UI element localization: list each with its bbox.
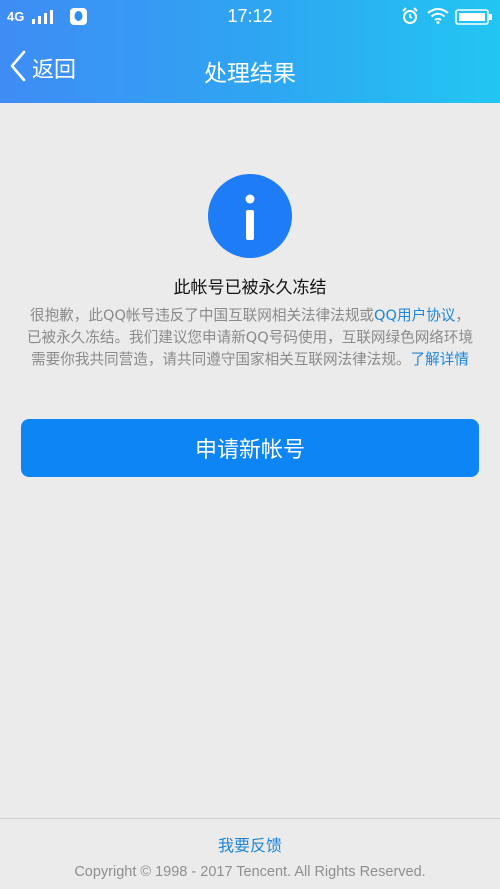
status-bar: 4G 17:12 [0,0,500,34]
wifi-icon [427,8,449,28]
nav-bar: 返回 处理结果 [0,34,500,103]
feedback-link[interactable]: 我要反馈 [0,832,500,856]
status-time: 17:12 [227,6,273,26]
alarm-icon [401,7,419,29]
page-title: 处理结果 [204,61,296,87]
battery-icon [455,9,493,29]
description-text-1: 很抱歉，此QQ帐号违反了中国互联网相关法律法规或 [29,307,375,324]
footer-divider [0,818,500,819]
info-icon [208,174,292,258]
qq-user-agreement-link[interactable]: QQ用户协议 [374,307,455,324]
result-description: 很抱歉，此QQ帐号违反了中国互联网相关法律法规或QQ用户协议，已被永久冻结。我们… [24,305,476,371]
copyright-text: Copyright © 1998 - 2017 Tencent. All Rig… [74,864,426,880]
app-header: 4G 17:12 返回 处理结果 [0,0,500,103]
result-title: 此帐号已被永久冻结 [173,278,327,298]
learn-more-link[interactable]: 了解详情 [411,351,469,368]
apply-new-account-button[interactable]: 申请新帐号 [21,419,479,477]
